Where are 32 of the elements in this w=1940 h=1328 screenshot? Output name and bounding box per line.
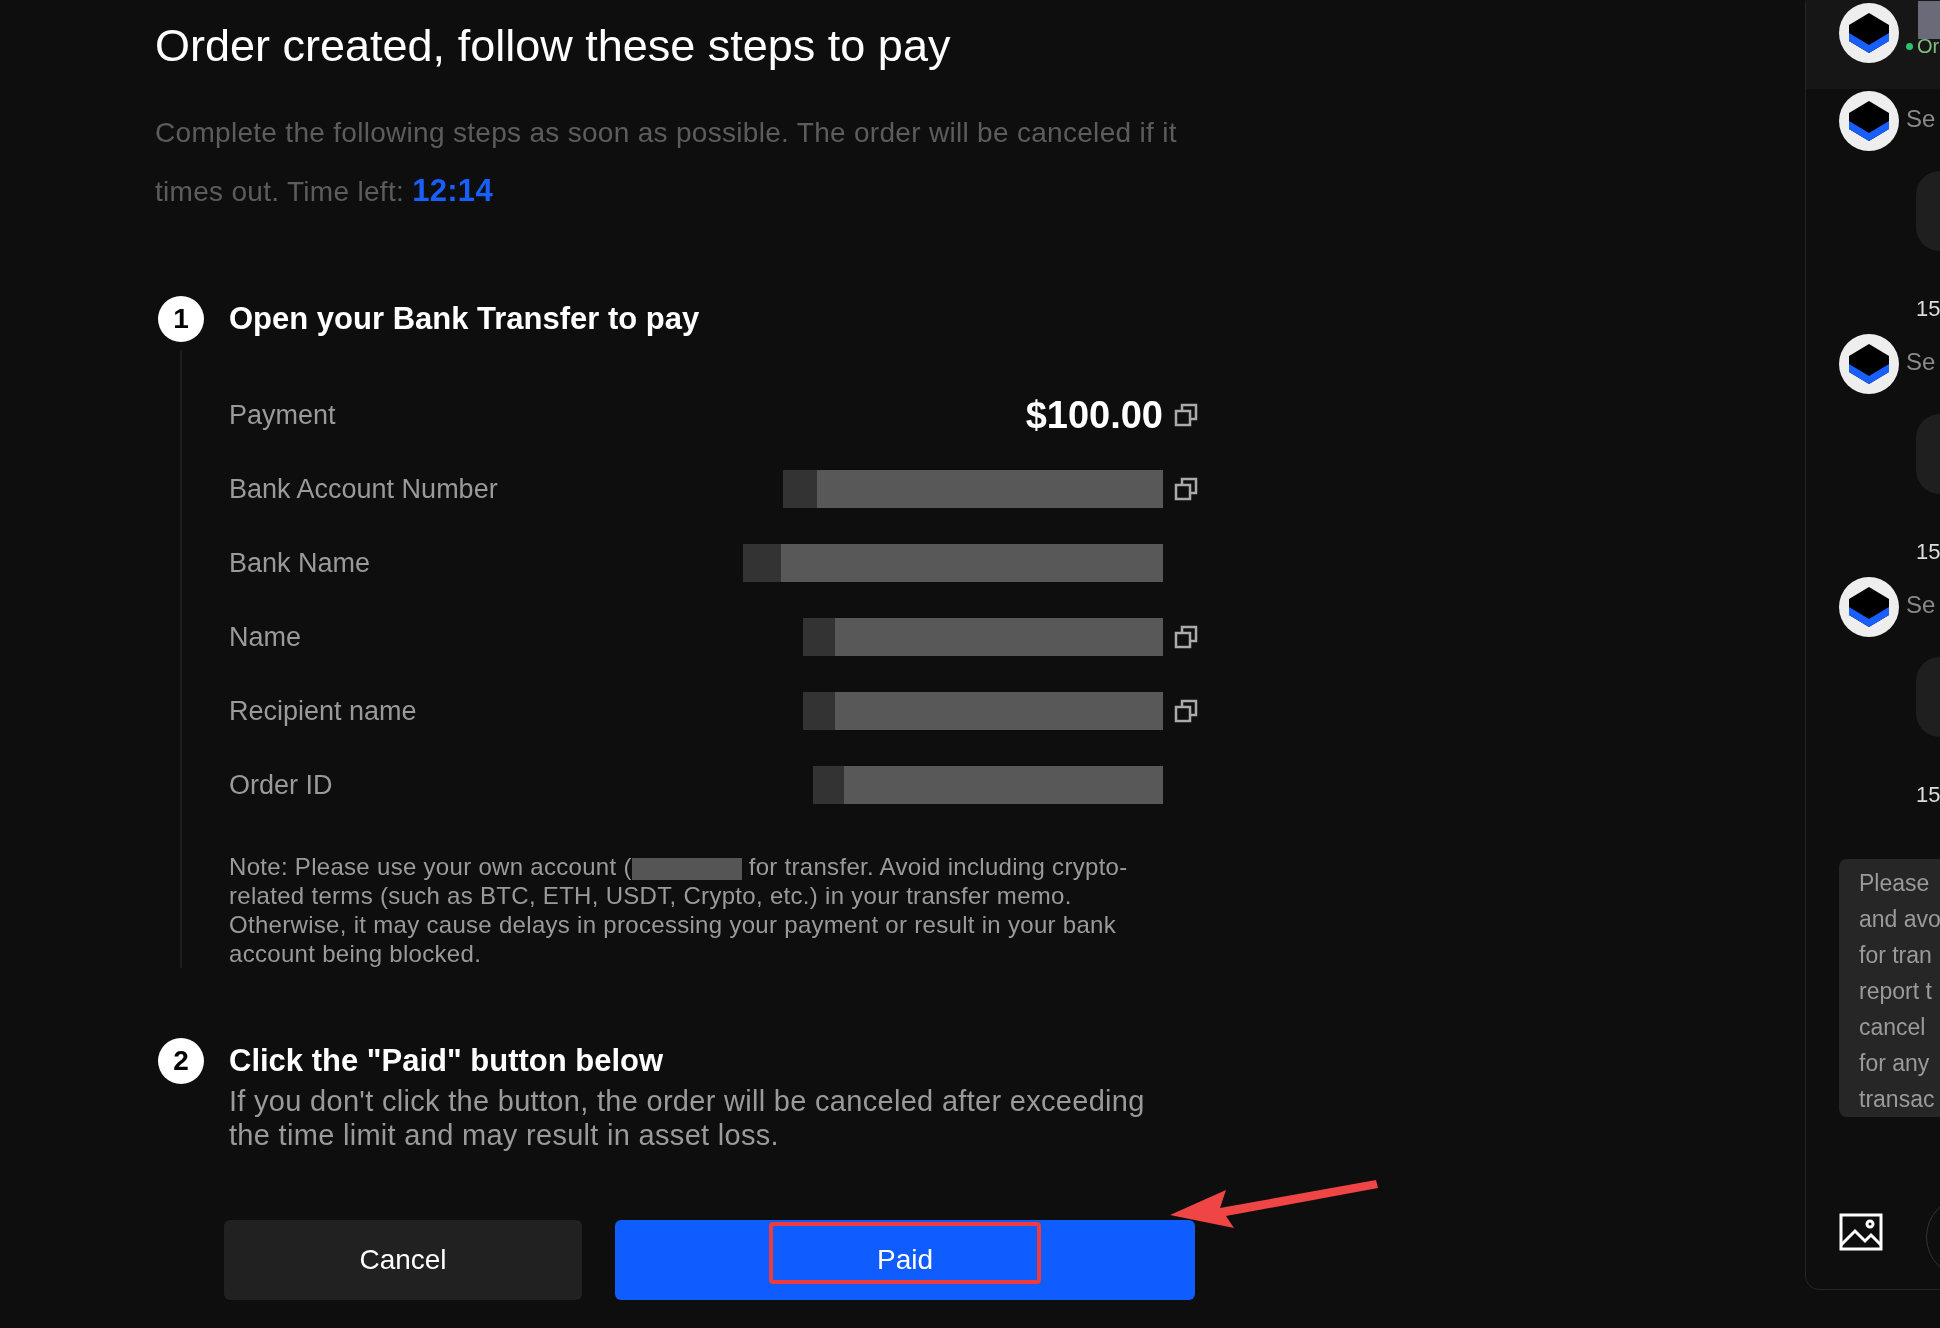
step-number: 1: [158, 296, 204, 342]
sender-name: Se: [1906, 348, 1936, 376]
message-time: 15: [1916, 539, 1940, 565]
payment-amount: $100.00: [1025, 393, 1163, 437]
step-description: If you don't click the button, the order will be canceled after exceeding the time limit and may result in asset loss.: [229, 1084, 1146, 1152]
notice-line: and avo: [1859, 905, 1940, 934]
step-title: Open your Bank Transfer to pay: [229, 300, 701, 338]
notice-line: transac: [1859, 1085, 1936, 1114]
notice-line: for tran: [1859, 941, 1933, 970]
message-time: 15: [1916, 782, 1940, 808]
online-status: Or: [1906, 35, 1940, 58]
paid-button[interactable]: Paid: [615, 1220, 1195, 1300]
transfer-note: Note: Please use your own account ( for transfer. Avoid including crypto-related terms (such as BTC, ETH, USDT, Crypto, etc.) in your transfer memo. Otherwise, it may cause delays in processing your payment or result in your bank account being blocked.: [229, 852, 1129, 968]
sender-name: Se: [1906, 591, 1936, 619]
field-label: Bank Name: [229, 547, 371, 579]
notice-line: Please: [1859, 869, 1931, 898]
page-title: Order created, follow these steps to pay: [155, 19, 952, 73]
notice-line: report t: [1859, 977, 1933, 1006]
notice-line: for any: [1859, 1049, 1931, 1078]
field-label: Bank Account Number: [229, 473, 498, 505]
step-number: 2: [158, 1038, 204, 1084]
field-label: Order ID: [229, 769, 333, 801]
instructions-text: Complete the following steps as soon as possible. The order will be canceled if it times out. Time left: 12:14: [155, 116, 1178, 210]
step-title: Click the "Paid" button below: [229, 1042, 665, 1080]
field-label: Recipient name: [229, 695, 417, 727]
cancel-button[interactable]: Cancel: [224, 1220, 582, 1300]
countdown-timer: 12:14: [412, 173, 493, 208]
field-label: Payment: [229, 399, 336, 431]
notice-line: cancel: [1859, 1013, 1927, 1042]
sender-name: Se: [1906, 105, 1936, 133]
field-label: Name: [229, 621, 302, 653]
message-time: 15: [1916, 296, 1940, 322]
